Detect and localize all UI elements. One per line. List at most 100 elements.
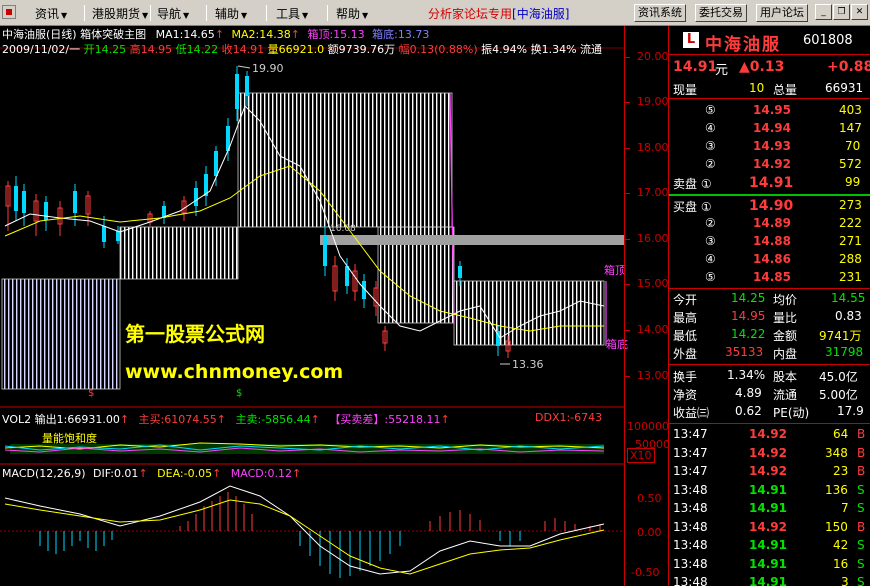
menu-assist-label: 辅助 <box>215 7 240 21</box>
restore-icon[interactable]: ❐ <box>833 4 850 20</box>
chevron-down-icon: ▼ <box>362 11 369 20</box>
trade-button[interactable]: 委托交易 <box>695 4 747 22</box>
chevron-down-icon: ▼ <box>61 11 68 20</box>
level-volume: 271 <box>839 234 862 248</box>
stats-low: 最低 14.22 金额 9741万 <box>669 327 870 345</box>
macd-header: MACD(12,26,9) DIF:0.01↑ DEA:-0.05↑ MACD:… <box>2 467 302 480</box>
menu-hk-futures[interactable]: 港股期货 ▼ <box>92 5 148 22</box>
dea-value: DEA:-0.05 <box>157 467 213 480</box>
level-price: 14.88 <box>753 234 791 248</box>
tick-time: 13:48 <box>673 556 708 571</box>
chart-ohlc: 2009/11/02/一 开14.25 高14.95 低14.22 收14.91… <box>2 41 602 57</box>
date-value: 2009/11/02/一 <box>2 43 81 56</box>
ddx-value: DDX1:-6743 <box>535 411 603 424</box>
tick-volume: 23 <box>833 464 849 478</box>
flow-label: 流通 <box>580 43 603 56</box>
level-price: 14.85 <box>753 270 791 284</box>
turnover-value: 换1.34% <box>530 43 577 56</box>
level-volume: 147 <box>839 121 862 135</box>
price-row: 14.91 元 ▲0.13 +0.88 <box>669 59 870 79</box>
menu-help[interactable]: 帮助 ▼ <box>336 5 368 22</box>
level-volume: 288 <box>839 252 862 266</box>
news-system-button[interactable]: 资讯系统 <box>634 4 686 22</box>
stat-value: 14.25 <box>731 291 766 305</box>
stat-value: 35133 <box>725 345 764 359</box>
stats-turnover: 换手 1.34% 股本 45.0亿 <box>669 368 870 386</box>
close-icon[interactable]: ✕ <box>851 4 868 20</box>
level-label: 买盘 ① <box>673 200 712 214</box>
tick-price: 14.92 <box>749 464 787 478</box>
vol-output: 输出1:66931.00 <box>34 413 120 426</box>
stat-value: 14.55 <box>831 291 866 305</box>
app-icon[interactable] <box>2 5 16 19</box>
tick-price: 14.91 <box>749 575 787 586</box>
tick-price: 14.91 <box>749 538 787 552</box>
tick-side: B <box>857 464 866 478</box>
tick-price: 14.92 <box>749 519 787 534</box>
stat-value: 31798 <box>825 345 864 359</box>
stat-value: 1.34% <box>727 368 766 382</box>
change-value: 幅0.13(0.88%) <box>398 43 478 56</box>
buy-sell-diff-value: :55218.11 <box>384 413 441 426</box>
menu-navigation[interactable]: 导航 ▼ <box>157 5 189 22</box>
stat-label: 内盘 <box>773 347 798 361</box>
tick-price: 14.91 <box>749 482 787 497</box>
stat-value: 17.9 <box>837 404 864 418</box>
tick-row: 13:48 14.92 150 B <box>669 520 870 538</box>
forum-button[interactable]: 用户论坛 <box>756 4 808 22</box>
menu-navigation-label: 导航 <box>157 7 182 21</box>
stat-label: 收益㈢ <box>673 406 710 420</box>
level-price: 14.91 <box>749 175 794 191</box>
current-vol-label: 现量 <box>673 83 698 97</box>
tick-time: 13:48 <box>673 575 708 586</box>
buy-signal-icon: $ <box>236 388 242 399</box>
buy-level-4: ④ 14.86 288 <box>669 252 870 270</box>
tick-row: 13:47 14.92 348 B <box>669 446 870 464</box>
buy-level-3: ③ 14.88 271 <box>669 234 870 252</box>
stat-value: 5.00亿 <box>819 388 858 402</box>
vol-name: VOL2 <box>2 413 32 426</box>
banner-stock-text: [中海油服] <box>512 7 570 21</box>
high-mark: 19.90 <box>252 62 284 75</box>
tick-row: 13:47 14.92 23 B <box>669 464 870 482</box>
chevron-down-icon: ▼ <box>142 11 149 20</box>
bid-ask-divider <box>669 194 870 196</box>
macd-name: MACD(12,26,9) <box>2 467 86 480</box>
current-price: 14.91 <box>673 59 718 75</box>
tick-side: S <box>857 501 865 515</box>
tick-row: 13:48 14.91 3 S <box>669 575 870 586</box>
stock-code: 601808 <box>803 33 853 48</box>
stat-label: 换手 <box>673 370 698 384</box>
level-label: ② <box>705 216 716 230</box>
tick-row: 13:47 14.92 64 B <box>669 427 870 445</box>
chart-area[interactable]: 19.90 13.36 16.08 箱顶 箱底 $ $ 第一股票公式网 www.… <box>0 26 668 586</box>
dif-line <box>4 485 605 575</box>
volume-row: 现量 10 总量 66931 <box>669 81 870 99</box>
level-price: 14.86 <box>753 252 791 266</box>
tick-volume: 150 <box>825 519 848 534</box>
level-price: 14.94 <box>753 121 791 135</box>
dea-line <box>4 499 605 575</box>
menu-assist[interactable]: 辅助 ▼ <box>215 5 247 22</box>
stat-value: 4.89 <box>735 386 762 400</box>
level-label: 卖盘 ① <box>673 177 712 191</box>
price-axis: 20.00 19.00 18.00 17.00 16.00 15.00 14.0… <box>624 26 670 586</box>
stats-net-assets: 净资 4.89 流通 5.00亿 <box>669 386 870 404</box>
menu-tools-label: 工具 <box>276 7 301 21</box>
level-price: 14.90 <box>749 198 794 214</box>
tick-row: 13:48 14.91 16 S <box>669 557 870 575</box>
box-top-value: 箱顶:15.13 <box>307 28 365 41</box>
menu-tools[interactable]: 工具 ▼ <box>276 5 308 22</box>
stock-logo-icon: L <box>683 32 699 48</box>
menu-help-label: 帮助 <box>336 7 361 21</box>
tick-time: 13:47 <box>673 427 708 441</box>
minimize-icon[interactable]: _ <box>815 4 832 20</box>
macd-axis-label: -0.50 <box>631 566 660 579</box>
sell-level-5: ⑤ 14.95 403 <box>669 103 870 121</box>
tick-price: 14.91 <box>749 556 787 571</box>
buy-level-5: ⑤ 14.85 231 <box>669 270 870 288</box>
stat-label: 外盘 <box>673 347 698 361</box>
menu-news[interactable]: 资讯 ▼ <box>35 5 67 22</box>
level-volume: 273 <box>839 198 862 212</box>
stat-label: 今开 <box>673 293 698 307</box>
